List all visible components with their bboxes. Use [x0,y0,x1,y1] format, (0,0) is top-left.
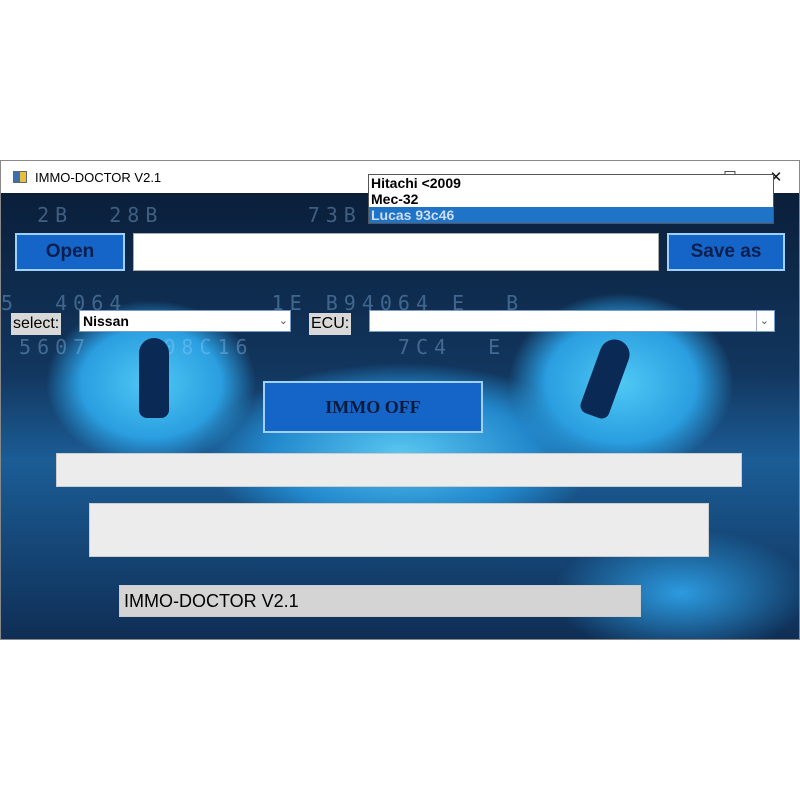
window-title: IMMO-DOCTOR V2.1 [35,169,162,185]
ecu-option[interactable]: Mec-32 [369,191,773,207]
ecu-option-highlighted[interactable]: Lucas 93c46 [369,207,773,223]
immo-off-button[interactable]: IMMO OFF [263,381,483,433]
status-bar: IMMO-DOCTOR V2.1 [119,585,641,617]
app-icon [13,171,27,183]
ecu-option[interactable]: Hitachi <2009 [369,175,773,191]
save-as-button[interactable]: Save as [667,233,785,271]
open-button[interactable]: Open [15,233,125,271]
progress-bar [56,453,742,487]
select-label: select: [11,313,62,335]
chevron-down-icon[interactable]: ⌄ [755,311,772,331]
output-box [89,503,709,557]
lock-keyhole-icon [578,335,634,421]
brand-select-value: Nissan [83,313,129,329]
file-path-field[interactable] [133,233,659,271]
lock-keyhole-icon [139,338,169,418]
ecu-label: ECU: [309,313,352,335]
client-area: 2B 28B 73B C 25b 3 9 C 6 5 4064 1E B9406… [1,193,799,639]
ecu-select[interactable]: ⌄ [369,310,775,332]
brand-select[interactable]: Nissan ⌄ [79,310,291,332]
ecu-dropdown-list: Hitachi <2009 Mec-32 Lucas 93c46 [368,174,774,224]
chevron-down-icon[interactable]: ⌄ [279,311,288,331]
app-window: IMMO-DOCTOR V2.1 — ☐ ✕ 2B 28B 73B C 25b … [0,160,800,640]
